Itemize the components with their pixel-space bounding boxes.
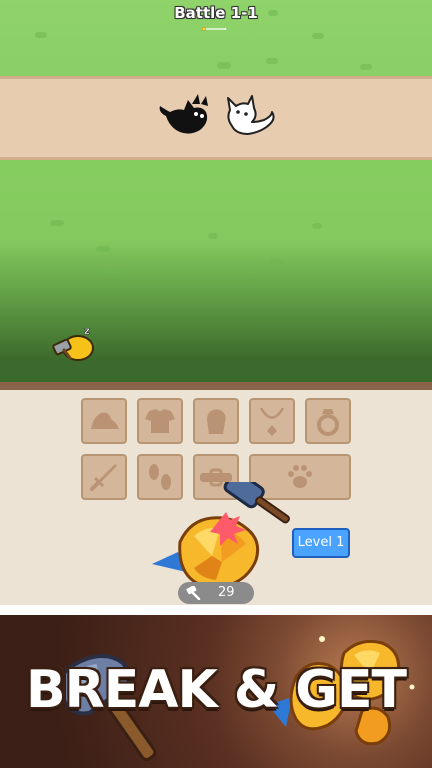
inventory-panel: Level 1 29 xyxy=(0,390,432,605)
grass-tuft xyxy=(360,64,372,70)
battle-progress-bar xyxy=(201,27,227,31)
grass-tuft xyxy=(217,62,231,69)
grass-tuft xyxy=(208,233,218,239)
slot-shirt[interactable] xyxy=(137,398,183,444)
grass-tuft xyxy=(96,246,110,252)
shirt-icon xyxy=(145,409,175,433)
hammer-icon xyxy=(186,586,201,600)
sleep-indicator: z xyxy=(84,326,90,337)
slot-hat[interactable] xyxy=(81,398,127,444)
necklace-icon xyxy=(259,407,285,436)
hammer-count-value: 29 xyxy=(218,585,235,600)
panel-divider xyxy=(0,382,432,390)
grass-tuft xyxy=(35,32,47,38)
progress-marker xyxy=(201,27,206,31)
hammer-count-pill: 29 xyxy=(178,582,254,604)
battle-title: Battle 1-1 xyxy=(174,4,258,22)
grass-tuft xyxy=(270,259,284,265)
grass-tuft xyxy=(266,58,278,64)
grass-tuft xyxy=(312,223,322,229)
slot-necklace[interactable] xyxy=(249,398,295,444)
grass-tuft xyxy=(104,268,118,274)
slot-gloves[interactable] xyxy=(193,398,239,444)
grass-tuft xyxy=(50,220,64,226)
sleeping-hero: z xyxy=(52,326,94,361)
ring-icon xyxy=(317,409,339,436)
anvil-level-badge[interactable]: Level 1 xyxy=(292,528,350,558)
gold-ore-rock[interactable] xyxy=(150,482,300,594)
panel-bottom-strip xyxy=(0,605,432,615)
slot-ring[interactable] xyxy=(305,398,351,444)
white-cat-enemy xyxy=(227,95,275,135)
black-cat-enemy xyxy=(159,94,208,134)
slot-weapon[interactable] xyxy=(81,454,127,500)
glove-icon xyxy=(207,409,226,434)
grass-tuft xyxy=(312,33,324,39)
banner-headline: BREAK & GET xyxy=(26,660,407,720)
sword-icon xyxy=(90,464,117,491)
battle-path xyxy=(0,76,432,160)
hat-icon xyxy=(91,412,119,429)
